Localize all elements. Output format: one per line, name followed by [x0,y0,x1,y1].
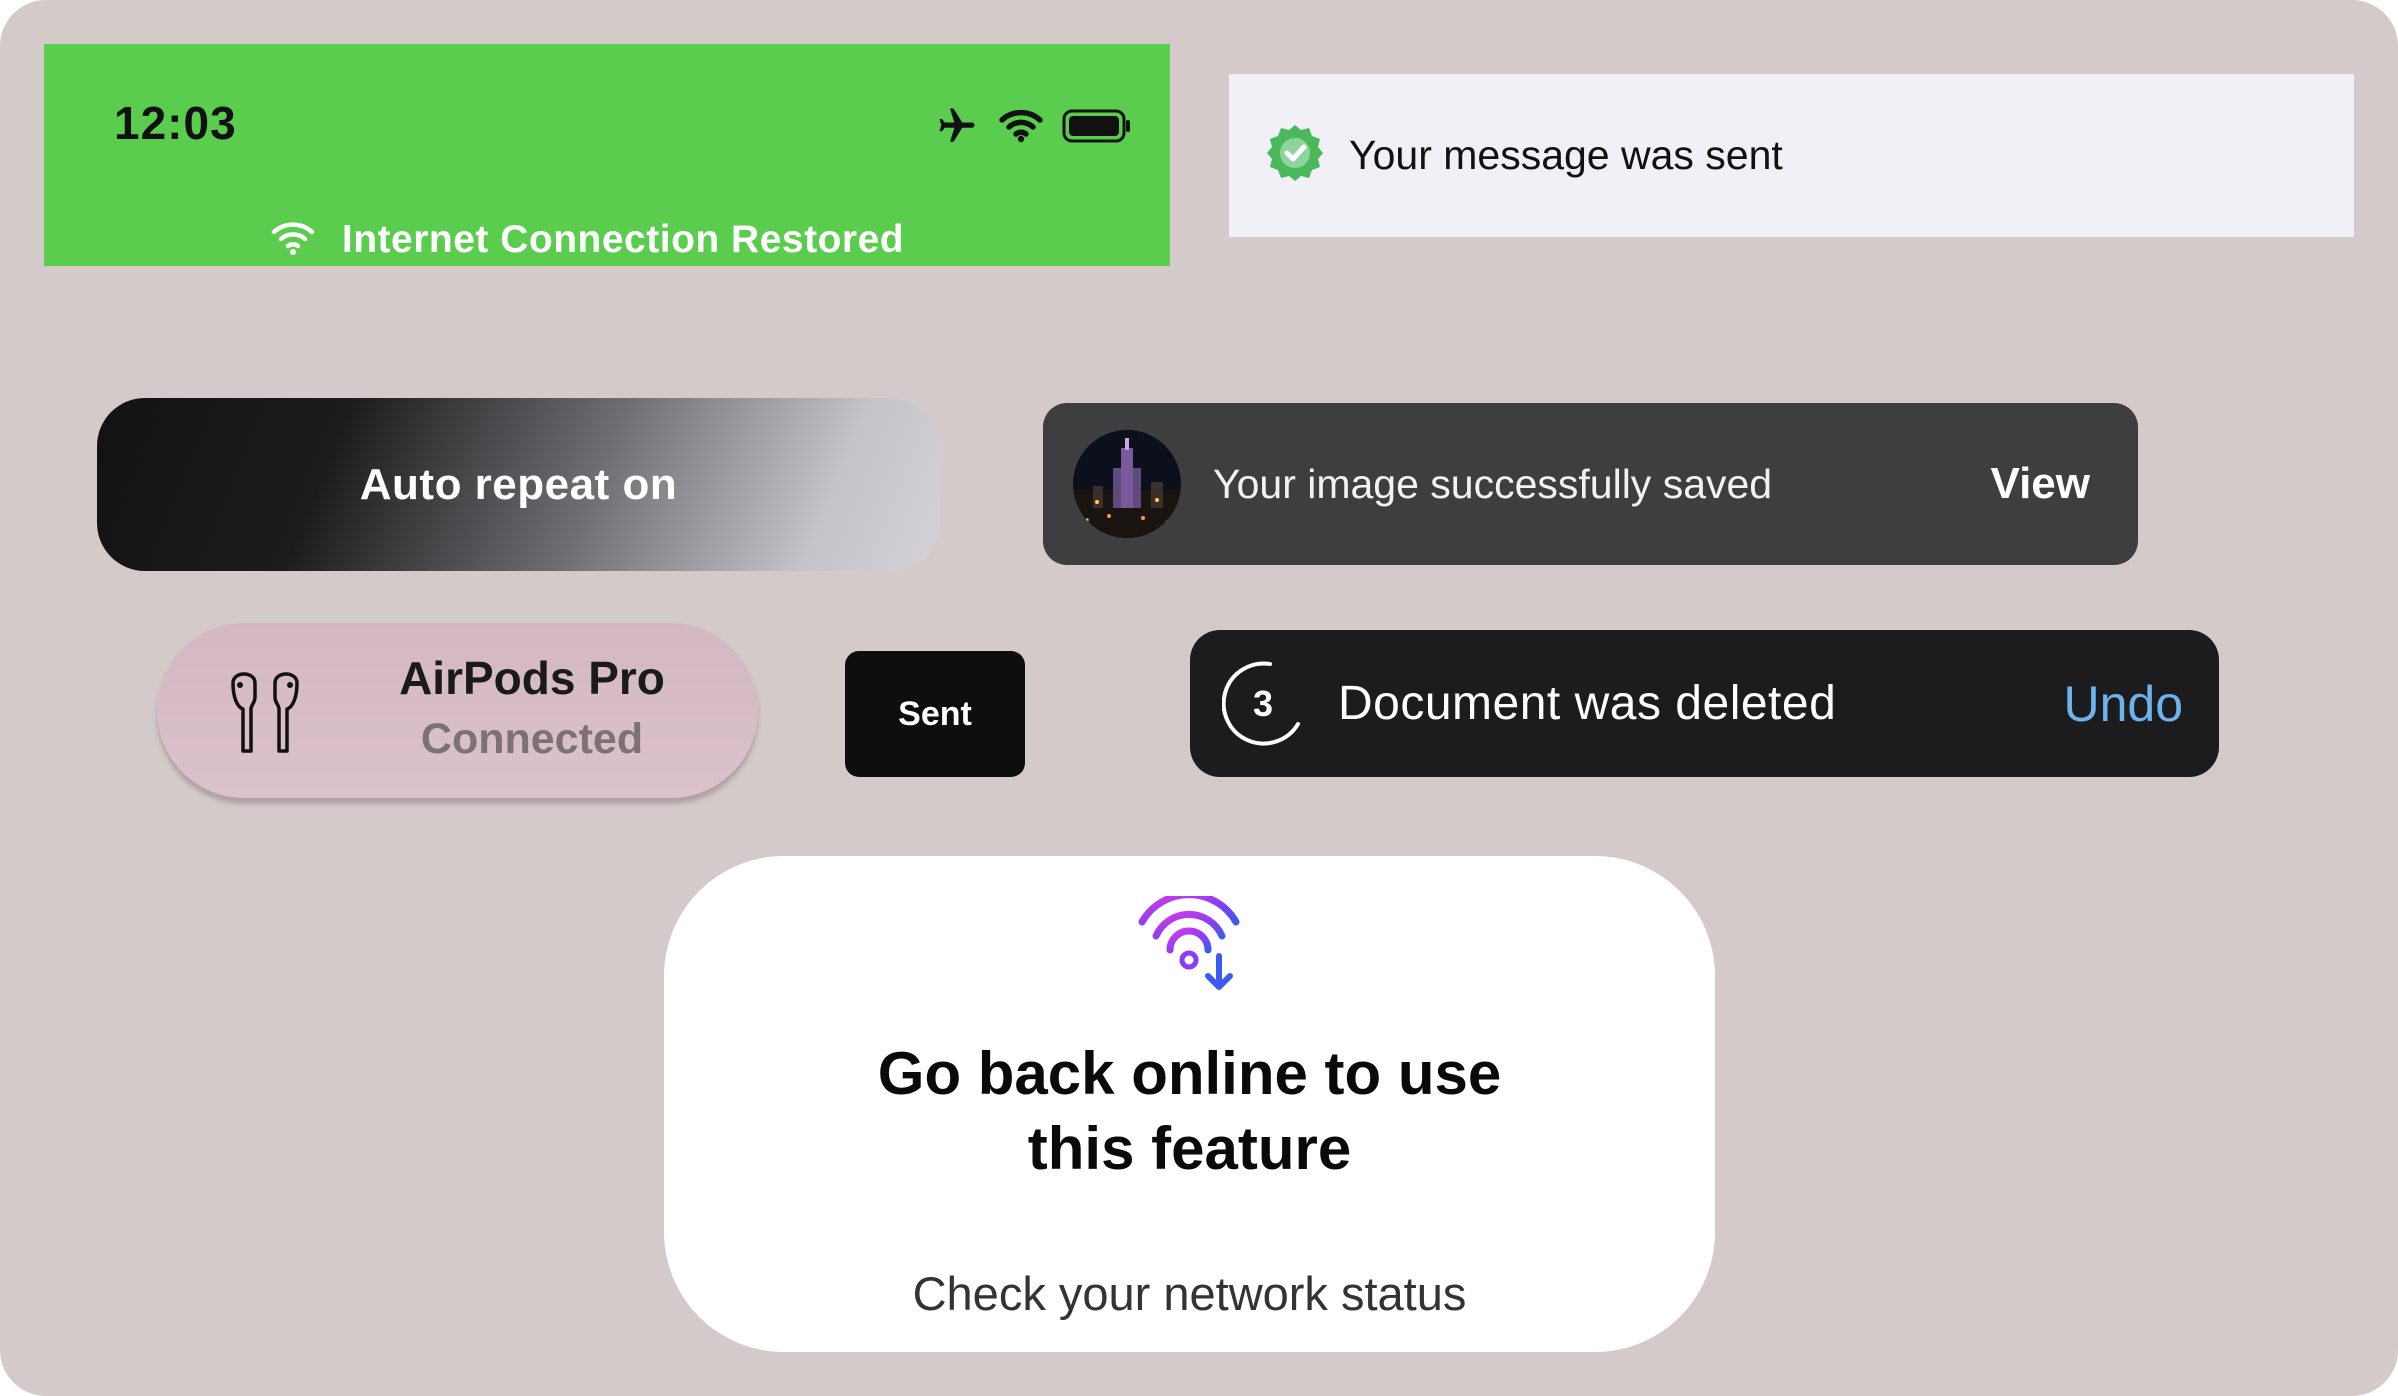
auto-repeat-toast: Auto repeat on [97,398,940,571]
auto-repeat-text: Auto repeat on [359,459,678,509]
image-saved-toast: Your image successfully saved View [1043,403,2138,565]
message-sent-banner: Your message was sent [1229,74,2354,237]
status-time: 12:03 [114,97,237,149]
document-deleted-text: Document was deleted [1338,677,1837,730]
image-saved-text: Your image successfully saved [1213,460,1773,507]
countdown-timer: 3 [1221,658,1304,750]
view-button[interactable]: View [1991,459,2090,509]
offline-card: Go back online to use this feature Check… [664,856,1715,1352]
sent-toast: Sent [845,651,1025,777]
offline-title-line-2: this feature [1027,1115,1352,1182]
verified-badge-icon [1265,123,1325,188]
canvas: 12:03 Internet Connection Restored Your … [0,0,2398,1396]
offline-title: Go back online to use this feature [664,1036,1715,1186]
offline-title-line-1: Go back online to use [877,1040,1502,1107]
airpods-status: Connected [420,715,644,763]
airpods-title: AirPods Pro [399,652,665,704]
battery-icon [1062,108,1132,149]
countdown-number: 3 [1252,682,1274,724]
connection-restored-text: Internet Connection Restored [341,218,905,261]
wifi-download-icon [1134,891,1244,996]
message-sent-text: Your message was sent [1349,132,1783,178]
connection-restored-status-bar: 12:03 Internet Connection Restored [44,44,1170,266]
offline-subtitle: Check your network status [912,1267,1467,1320]
status-icons [934,102,1134,154]
connection-restored-row: Internet Connection Restored [44,214,1170,266]
airplane-icon [934,105,980,152]
undo-button[interactable]: Undo [2063,675,2183,733]
airpods-connected-toast: AirPods Pro Connected [157,623,758,798]
wifi-icon [998,108,1044,149]
airpods-icon [225,667,305,757]
city-night-thumbnail [1073,430,1181,538]
wifi-icon [270,219,316,262]
sent-text: Sent [898,694,972,733]
document-deleted-toast: 3 Document was deleted Undo [1190,630,2219,777]
